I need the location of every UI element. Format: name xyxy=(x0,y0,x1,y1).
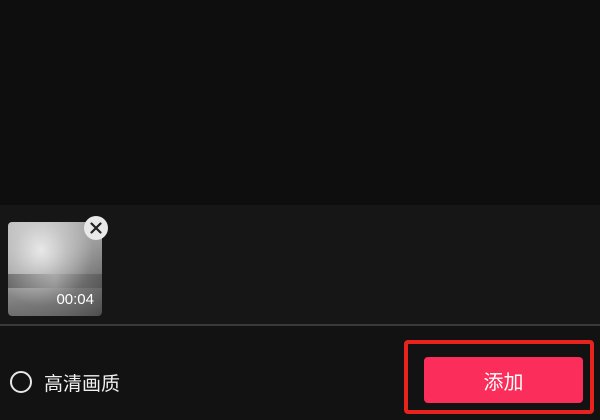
clip-duration: 00:04 xyxy=(56,291,94,308)
hd-quality-option[interactable]: 高清画质 xyxy=(10,368,120,396)
close-icon xyxy=(90,222,102,234)
remove-clip-button[interactable] xyxy=(84,216,108,240)
hd-quality-radio[interactable] xyxy=(10,371,32,393)
hd-quality-label: 高清画质 xyxy=(44,372,121,395)
preview-area xyxy=(0,0,600,205)
media-picker-screen: 00:04 高清画质 添加 xyxy=(0,0,600,420)
add-button[interactable]: 添加 xyxy=(424,357,583,403)
